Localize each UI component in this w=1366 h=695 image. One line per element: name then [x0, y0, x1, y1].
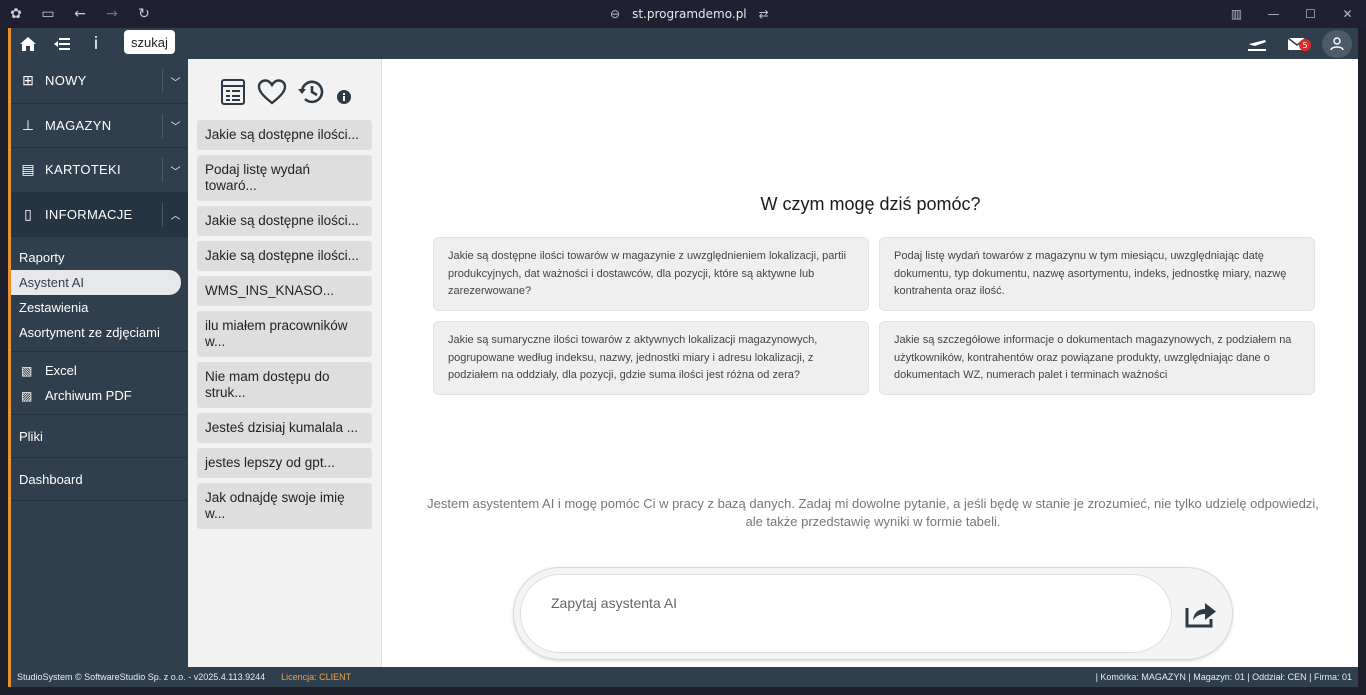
history-list: Jakie są dostępne ilości... Podaj listę …: [188, 117, 381, 529]
new-chat-icon[interactable]: [219, 78, 247, 106]
menu-collapse-icon[interactable]: [45, 28, 79, 59]
suggestion-grid: Jakie są dostępne ilości towarów w magaz…: [433, 237, 1315, 395]
avatar[interactable]: [1322, 29, 1352, 58]
section-label: KARTOTEKI: [45, 162, 121, 178]
search-tooltip[interactable]: szukaj: [124, 30, 175, 54]
divider: [11, 457, 188, 458]
history-item[interactable]: Jakie są dostępne ilości...: [197, 241, 372, 271]
browser-logo-icon[interactable]: ✿: [0, 0, 32, 28]
sidebar-item-raporty[interactable]: Raporty: [11, 245, 188, 270]
version-text: StudioSystem © SoftwareStudio Sp. z o.o.…: [17, 672, 266, 682]
browser-toolbar: ✿ ▭ ← → ↻ ⊖ st.programdemo.pl ⇄ ▥ — ☐ ✕: [0, 0, 1366, 28]
back-icon[interactable]: ←: [64, 0, 96, 28]
section-label: INFORMACJE: [45, 206, 133, 222]
section-label: MAGAZYN: [45, 117, 112, 133]
item-label: Archiwum PDF: [45, 388, 132, 403]
url-text[interactable]: st.programdemo.pl: [632, 7, 747, 21]
info-circle-icon[interactable]: [336, 80, 351, 104]
home-icon[interactable]: [11, 28, 45, 59]
sidebar-item-asortyment[interactable]: Asortyment ze zdjęciami: [11, 320, 188, 345]
split-view-icon[interactable]: ▥: [1218, 0, 1255, 28]
send-button[interactable]: [1182, 595, 1220, 633]
sidebar-item-pliki[interactable]: Pliki: [11, 421, 188, 451]
sidebar-item-zestawienia[interactable]: Zestawienia: [11, 295, 188, 320]
history-item[interactable]: Jak odnajdę swoje imię w...: [197, 483, 372, 529]
maximize-icon[interactable]: ☐: [1292, 0, 1329, 28]
sidebar-section-magazyn[interactable]: ⊥ MAGAZYN ﹀: [11, 104, 188, 148]
informacje-submenu: Raporty Asystent AI Zestawienia Asortyme…: [11, 237, 188, 501]
user-menu[interactable]: [1320, 28, 1354, 59]
sidebar-toggle-icon[interactable]: ▭: [32, 0, 64, 28]
history-item[interactable]: ilu miałem pracowników w...: [197, 311, 372, 357]
plus-square-icon: ⊞: [22, 72, 34, 89]
minimize-icon[interactable]: —: [1255, 0, 1292, 28]
sidebar-item-dashboard[interactable]: Dashboard: [11, 464, 188, 494]
history-item[interactable]: Podaj listę wydań towaró...: [197, 155, 372, 201]
app-topbar: i szukaj 5: [11, 28, 1358, 59]
sidebar-item-archiwum-pdf[interactable]: ▨ Archiwum PDF: [11, 383, 188, 408]
suggestion-card[interactable]: Jakie są dostępne ilości towarów w magaz…: [433, 237, 869, 311]
history-item[interactable]: Jakie są dostępne ilości...: [197, 206, 372, 236]
chat-input[interactable]: [551, 595, 1141, 611]
heart-icon[interactable]: [257, 78, 287, 106]
context-info: | Komórka: MAGAZYN | Magazyn: 01 | Oddzi…: [1095, 672, 1352, 682]
pallet-icon: ⊥: [21, 116, 35, 133]
app-window: i szukaj 5 ⊞ NOWY ﹀ ⊥ MAGAZYN ﹀ ▤ KARTOT…: [8, 28, 1358, 687]
share-send-icon: [1185, 603, 1216, 628]
history-icon[interactable]: [297, 77, 327, 107]
sidebar-section-informacje[interactable]: ▯ INFORMACJE ︿: [11, 192, 188, 237]
mail-icon[interactable]: 5: [1280, 28, 1314, 59]
section-label: NOWY: [45, 73, 87, 89]
sidebar-section-kartoteki[interactable]: ▤ KARTOTEKI ﹀: [11, 148, 188, 193]
chat-input-wrapper[interactable]: [520, 574, 1172, 653]
history-item[interactable]: WMS_INS_KNASO...: [197, 276, 372, 306]
license-text: Licencja: CLIENT: [281, 672, 352, 682]
divider: [11, 414, 188, 415]
chat-history-panel: Jakie są dostępne ilości... Podaj listę …: [188, 59, 382, 667]
history-item[interactable]: jestes lepszy od gpt...: [197, 448, 372, 478]
suggestion-card[interactable]: Jakie są sumaryczne ilości towarów z akt…: [433, 321, 869, 395]
status-bar: StudioSystem © SoftwareStudio Sp. z o.o.…: [11, 667, 1358, 687]
chevron-down-icon[interactable]: ﹀: [162, 113, 188, 138]
history-item[interactable]: Jesteś dzisiaj kumalala ...: [197, 413, 372, 443]
welcome-heading: W czym mogę dziś pomóc?: [760, 194, 981, 214]
site-settings-icon[interactable]: ⇄: [759, 7, 769, 21]
close-icon[interactable]: ✕: [1329, 0, 1366, 28]
forward-icon[interactable]: →: [96, 0, 128, 28]
item-label: Excel: [45, 363, 77, 378]
chat-composer: [513, 567, 1233, 660]
address-bar[interactable]: ⊖ st.programdemo.pl ⇄: [610, 0, 769, 28]
assistant-intro: Jestem asystentem AI i mogę pomóc Ci w p…: [427, 496, 1319, 529]
sidebar-item-asystent-ai[interactable]: Asystent AI: [11, 270, 181, 295]
sidebar-section-nowy[interactable]: ⊞ NOWY ﹀: [11, 59, 188, 104]
sidebar: ⊞ NOWY ﹀ ⊥ MAGAZYN ﹀ ▤ KARTOTEKI ﹀ ▯ INF…: [11, 59, 188, 667]
history-toolbar: [188, 59, 381, 117]
divider: [11, 351, 188, 352]
suggestion-card[interactable]: Podaj listę wydań towarów z magazynu w t…: [879, 237, 1315, 311]
excel-file-icon: ▧: [21, 363, 33, 378]
reload-icon[interactable]: ↻: [128, 0, 160, 28]
info-icon[interactable]: i: [79, 28, 113, 59]
link-icon: ⊖: [610, 7, 621, 21]
sidebar-item-excel[interactable]: ▧ Excel: [11, 358, 188, 383]
mail-count-badge: 5: [1299, 39, 1311, 51]
plane-icon[interactable]: [1240, 28, 1274, 59]
chevron-down-icon[interactable]: ﹀: [162, 69, 188, 93]
suggestion-card[interactable]: Jakie są szczegółowe informacje o dokume…: [879, 321, 1315, 395]
assistant-main: W czym mogę dziś pomóc? Jakie są dostępn…: [383, 59, 1358, 667]
newspaper-icon: ▤: [21, 161, 35, 178]
history-item[interactable]: Nie mam dostępu do struk...: [197, 362, 372, 408]
chevron-up-icon[interactable]: ︿: [162, 202, 188, 227]
chevron-down-icon[interactable]: ﹀: [162, 158, 188, 182]
divider: [11, 500, 188, 501]
history-item[interactable]: Jakie są dostępne ilości...: [197, 120, 372, 150]
document-icon: ▯: [24, 205, 32, 222]
pdf-file-icon: ▨: [21, 388, 33, 403]
